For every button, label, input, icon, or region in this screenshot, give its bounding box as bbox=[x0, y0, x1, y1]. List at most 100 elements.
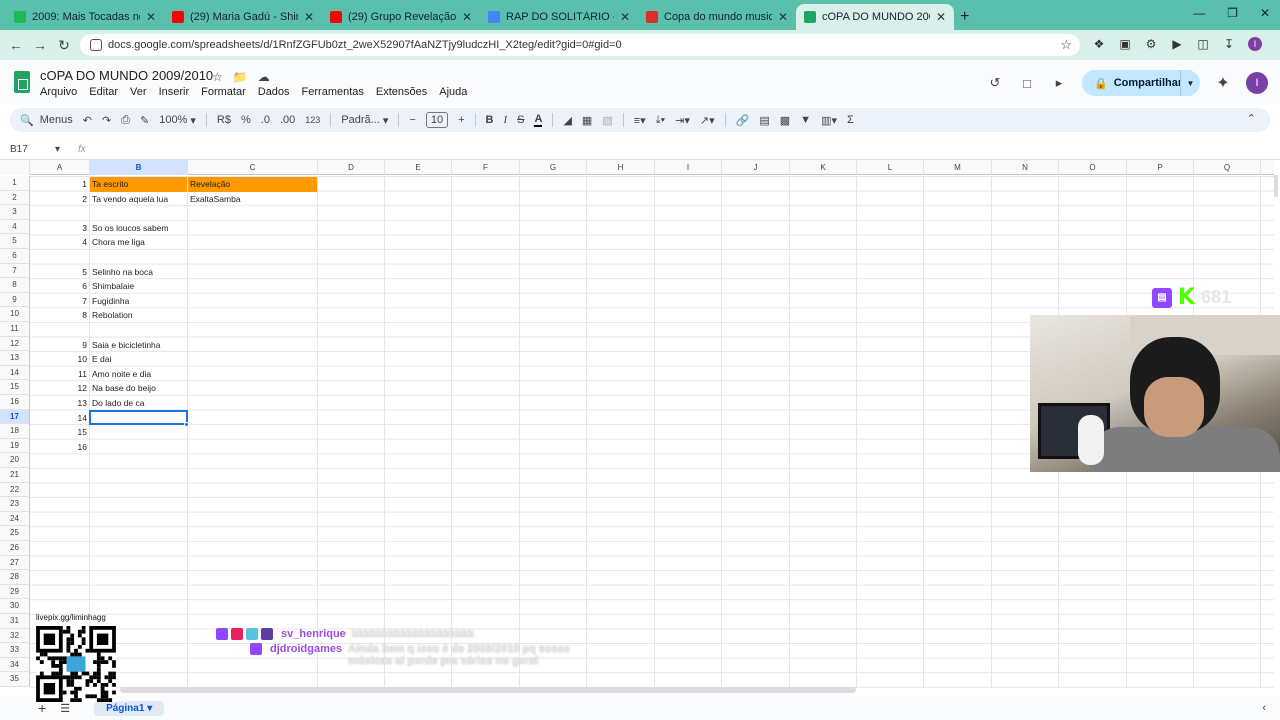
row-header[interactable]: 19 bbox=[0, 438, 30, 454]
column-header[interactable]: C bbox=[188, 160, 318, 175]
row-header[interactable]: 30 bbox=[0, 599, 30, 614]
menu-item[interactable]: Extensões bbox=[376, 86, 427, 98]
redo-icon[interactable]: ↷ bbox=[102, 114, 111, 127]
all-sheets-icon[interactable]: ☰ bbox=[60, 702, 70, 715]
zoom-select[interactable]: 100% ▾ bbox=[159, 114, 196, 127]
forward-icon[interactable]: → bbox=[28, 37, 52, 53]
row-header[interactable]: 33 bbox=[0, 643, 30, 658]
meet-icon[interactable]: ▸ bbox=[1050, 74, 1068, 92]
name-box[interactable]: B17 ▾ bbox=[0, 144, 66, 155]
percent-button[interactable]: % bbox=[241, 114, 251, 126]
menu-item[interactable]: Editar bbox=[89, 86, 118, 98]
more-menu-icon[interactable]: ⋮ bbox=[1274, 37, 1280, 51]
filter-icon[interactable]: ▼ bbox=[800, 114, 811, 126]
back-icon[interactable]: ← bbox=[4, 37, 28, 53]
reload-icon[interactable]: ↻ bbox=[52, 37, 76, 54]
downloads-icon[interactable]: ↧ bbox=[1222, 37, 1236, 51]
row-header[interactable]: 2 bbox=[0, 190, 30, 206]
cell[interactable]: 1 bbox=[30, 177, 89, 192]
cell[interactable]: 13 bbox=[30, 396, 89, 411]
chart-icon[interactable]: ▩ bbox=[780, 114, 790, 127]
tab-close-icon[interactable]: ✕ bbox=[462, 10, 472, 24]
column-header[interactable]: Q bbox=[1194, 160, 1261, 175]
menu-item[interactable]: Inserir bbox=[159, 86, 190, 98]
browser-tab[interactable]: 2009: Mais Tocadas no Brasil - J ✕ bbox=[6, 4, 164, 30]
browser-tab[interactable]: cOPA DO MUNDO 2009/2010 - ✕ bbox=[796, 4, 954, 30]
undo-icon[interactable]: ↶ bbox=[83, 114, 92, 127]
bookmark-star-icon[interactable]: ☆ bbox=[1060, 37, 1072, 53]
cell[interactable]: So os loucos sabem bbox=[90, 221, 187, 236]
row-header[interactable]: 24 bbox=[0, 511, 30, 527]
row-header[interactable]: 17 bbox=[0, 409, 30, 425]
tab-close-icon[interactable]: ✕ bbox=[620, 10, 630, 24]
font-size-decrease[interactable]: − bbox=[409, 114, 415, 126]
cell[interactable]: Na base do beijo bbox=[90, 381, 187, 396]
row-header[interactable]: 14 bbox=[0, 365, 30, 381]
row-header[interactable]: 25 bbox=[0, 526, 30, 541]
row-header[interactable]: 6 bbox=[0, 249, 30, 264]
cell[interactable]: 2 bbox=[30, 192, 89, 207]
explore-icon[interactable]: ‹ bbox=[1262, 702, 1266, 714]
row-header[interactable]: 18 bbox=[0, 424, 30, 439]
restore-icon[interactable]: ❐ bbox=[1227, 6, 1238, 20]
font-size-input[interactable]: 10 bbox=[425, 112, 449, 128]
paint-format-icon[interactable]: ✎ bbox=[140, 114, 149, 127]
browser-tab[interactable]: (29) Maria Gadú - Shimbalaiê [✕ bbox=[164, 4, 322, 30]
cell[interactable]: Saia e bicicletinha bbox=[90, 338, 187, 353]
row-header[interactable]: 22 bbox=[0, 482, 30, 498]
comment-icon[interactable]: ▤ bbox=[759, 114, 769, 127]
menu-item[interactable]: Formatar bbox=[201, 86, 246, 98]
split-view-icon[interactable]: ◫ bbox=[1196, 37, 1210, 51]
cell[interactable]: 3 bbox=[30, 221, 89, 236]
column-header[interactable]: I bbox=[655, 160, 722, 175]
cell[interactable]: Ta escrito bbox=[90, 177, 187, 192]
cell[interactable]: 14 bbox=[30, 411, 89, 426]
column-header[interactable]: N bbox=[992, 160, 1059, 175]
italic-button[interactable]: I bbox=[503, 114, 507, 126]
cell[interactable]: 11 bbox=[30, 367, 89, 382]
text-wrap-icon[interactable]: ⇥▾ bbox=[675, 114, 690, 127]
horizontal-scrollbar[interactable] bbox=[120, 687, 856, 693]
row-header[interactable]: 28 bbox=[0, 570, 30, 585]
browser-tab[interactable]: (29) Grupo Revelação - Tá Escr ✕ bbox=[322, 4, 480, 30]
cell[interactable]: 7 bbox=[30, 294, 89, 309]
column-header[interactable]: K bbox=[790, 160, 857, 175]
decrease-decimal-button[interactable]: .0 bbox=[261, 114, 270, 126]
minimize-icon[interactable]: — bbox=[1193, 6, 1205, 20]
fill-color-icon[interactable]: ◢ bbox=[563, 114, 571, 127]
column-header[interactable]: F bbox=[452, 160, 520, 175]
merge-cells-icon[interactable]: ▧ bbox=[602, 114, 612, 127]
comments-icon[interactable]: □ bbox=[1018, 74, 1036, 92]
column-header[interactable]: L bbox=[857, 160, 924, 175]
cell[interactable]: E dai bbox=[90, 352, 187, 367]
cell[interactable]: Revelação bbox=[188, 177, 317, 192]
row-header[interactable]: 23 bbox=[0, 497, 30, 512]
move-folder-icon[interactable]: 📁 bbox=[233, 70, 248, 84]
select-all-corner[interactable] bbox=[0, 160, 30, 175]
row-header[interactable]: 34 bbox=[0, 657, 30, 673]
text-rotation-icon[interactable]: ↗▾ bbox=[700, 114, 715, 127]
row-header[interactable]: 5 bbox=[0, 234, 30, 249]
column-header[interactable]: O bbox=[1059, 160, 1127, 175]
cell[interactable]: Amo noite e dia bbox=[90, 367, 187, 382]
row-header[interactable]: 1 bbox=[0, 176, 30, 191]
row-header[interactable]: 9 bbox=[0, 292, 30, 308]
row-header[interactable]: 12 bbox=[0, 336, 30, 352]
column-header[interactable]: B bbox=[90, 160, 188, 175]
cell[interactable]: 4 bbox=[30, 235, 89, 250]
cell[interactable]: Chora me liga bbox=[90, 235, 187, 250]
collapse-toolbar-icon[interactable]: ⌃ bbox=[1247, 112, 1256, 125]
close-window-icon[interactable]: ✕ bbox=[1260, 6, 1270, 20]
row-header[interactable]: 31 bbox=[0, 614, 30, 629]
borders-icon[interactable]: ▦ bbox=[582, 114, 592, 127]
row-header[interactable]: 7 bbox=[0, 263, 30, 279]
cell[interactable]: 10 bbox=[30, 352, 89, 367]
cell[interactable]: ExaltaSamba bbox=[188, 192, 317, 207]
cell[interactable]: 5 bbox=[30, 265, 89, 280]
row-header[interactable]: 16 bbox=[0, 395, 30, 410]
row-header[interactable]: 27 bbox=[0, 555, 30, 571]
selected-cell-outline[interactable] bbox=[89, 409, 188, 426]
row-header[interactable]: 11 bbox=[0, 322, 30, 337]
link-icon[interactable]: 🔗 bbox=[736, 114, 750, 127]
row-header[interactable]: 32 bbox=[0, 628, 30, 644]
